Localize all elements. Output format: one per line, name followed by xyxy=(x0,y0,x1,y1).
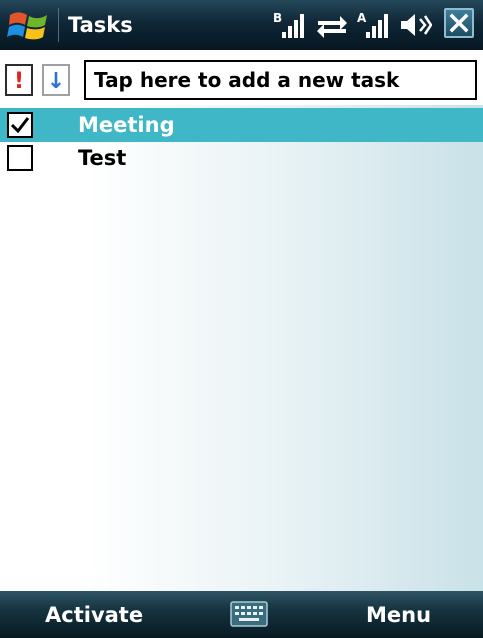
softkey-bar: Activate Menu xyxy=(0,591,483,638)
keyboard-icon[interactable] xyxy=(230,601,268,627)
volume-icon[interactable] xyxy=(398,10,432,40)
priority-low-button[interactable]: ↓ xyxy=(42,64,70,96)
svg-text:B: B xyxy=(273,11,282,25)
title-separator xyxy=(58,8,59,42)
activate-softkey[interactable]: Activate xyxy=(45,599,143,631)
close-button[interactable] xyxy=(444,8,474,38)
svg-text:!: ! xyxy=(14,69,24,94)
task-label: Test xyxy=(78,146,127,170)
task-list: Meeting Test xyxy=(0,105,483,591)
task-checkbox[interactable] xyxy=(7,145,33,171)
down-arrow-icon: ↓ xyxy=(47,69,65,94)
svg-text:A: A xyxy=(357,11,367,25)
task-checkbox[interactable] xyxy=(7,112,33,138)
exclamation-icon: ! xyxy=(14,69,24,94)
windows-start-icon[interactable] xyxy=(6,7,52,45)
task-row[interactable]: Test xyxy=(0,141,483,175)
title-bar: Tasks B A xyxy=(0,0,483,50)
task-row[interactable]: Meeting xyxy=(0,108,483,142)
signal-strength-icon[interactable]: B xyxy=(272,10,308,40)
new-task-input[interactable] xyxy=(84,60,477,100)
data-sync-icon[interactable] xyxy=(314,10,350,40)
priority-high-button[interactable]: ! xyxy=(5,64,33,96)
window-title: Tasks xyxy=(68,13,133,37)
svg-text:↓: ↓ xyxy=(47,69,65,94)
signal-strength-icon[interactable]: A xyxy=(356,10,392,40)
task-label: Meeting xyxy=(78,113,175,137)
checkmark-icon xyxy=(10,117,30,134)
menu-softkey[interactable]: Menu xyxy=(366,599,431,631)
close-icon xyxy=(449,13,469,33)
